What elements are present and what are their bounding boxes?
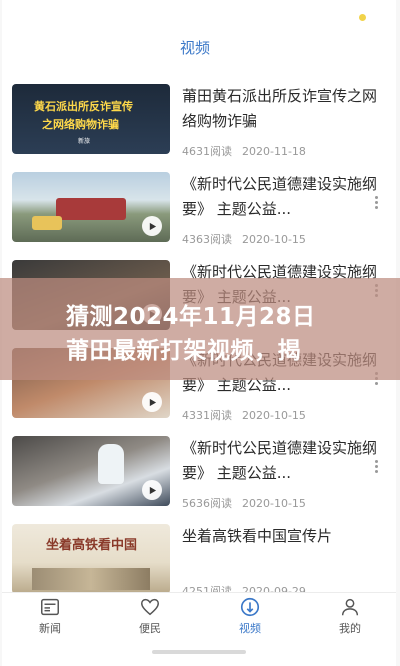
headline-line: 莆田最新打架视频，揭	[66, 338, 301, 364]
play-icon[interactable]	[142, 392, 162, 412]
publish-date: 2020-10-15	[242, 497, 306, 510]
video-item[interactable]: 《新时代公民道德建设实施纲要》 主题公益... 4363阅读 2020-10-15	[2, 160, 396, 246]
video-meta: 4331阅读 2020-10-15	[182, 407, 306, 423]
view-count: 4631阅读	[182, 145, 232, 158]
publish-date: 2020-10-15	[242, 409, 306, 422]
thumbnail-caption: 之网络购物诈骗	[42, 118, 119, 131]
video-thumbnail[interactable]	[12, 172, 170, 242]
video-title[interactable]: 《新时代公民道德建设实施纲要》 主题公益...	[182, 172, 387, 222]
video-meta: 4631阅读 2020-11-18	[182, 143, 306, 159]
video-icon	[240, 597, 260, 617]
view-count: 5636阅读	[182, 497, 232, 510]
video-meta: 5636阅读 2020-10-15	[182, 495, 306, 511]
video-item[interactable]: 黄石派出所反诈宣传 之网络购物诈骗 新旅 莆田黄石派出所反诈宣传之网络购物诈骗 …	[2, 72, 396, 158]
play-icon[interactable]	[142, 216, 162, 236]
thumbnail-caption: 坐着高铁看中国	[46, 538, 138, 553]
headline: 猜测2024年11月28日 莆田最新打架视频，揭	[66, 300, 386, 368]
video-title[interactable]: 莆田黄石派出所反诈宣传之网络购物诈骗	[182, 84, 387, 134]
video-item[interactable]: 《新时代公民道德建设实施纲要》 主题公益... 5636阅读 2020-10-15	[2, 424, 396, 510]
publish-date: 2020-10-15	[242, 233, 306, 246]
video-meta: 4363阅读 2020-10-15	[182, 231, 306, 247]
heart-icon	[141, 598, 159, 616]
tab-video[interactable]: 视频	[220, 596, 280, 636]
thumbnail-tag: 新旅	[78, 138, 91, 145]
video-thumbnail[interactable]: 黄石派出所反诈宣传 之网络购物诈骗 新旅	[12, 84, 170, 154]
play-icon[interactable]	[142, 480, 162, 500]
bottom-tab-bar: 新闻 便民 视频 我的	[2, 592, 396, 641]
tab-profile[interactable]: 我的	[320, 596, 380, 636]
more-icon[interactable]	[375, 196, 378, 210]
newspaper-icon	[41, 598, 59, 616]
video-thumbnail[interactable]: 坐着高铁看中国	[12, 524, 170, 594]
tab-label: 视频	[239, 622, 261, 635]
thumbnail-caption: 黄石派出所反诈宣传	[34, 100, 133, 113]
home-indicator	[152, 650, 246, 654]
tab-label: 便民	[139, 622, 161, 635]
tab-label: 我的	[339, 622, 361, 635]
tab-services[interactable]: 便民	[120, 596, 180, 636]
video-thumbnail[interactable]	[12, 436, 170, 506]
view-count: 4331阅读	[182, 409, 232, 422]
section-title: 视频	[180, 39, 211, 57]
more-icon[interactable]	[375, 460, 378, 474]
user-icon	[341, 598, 359, 616]
tab-label: 新闻	[39, 622, 61, 635]
publish-date: 2020-11-18	[242, 145, 306, 158]
status-strip	[2, 0, 396, 26]
headline-line: 猜测2024年11月28日	[66, 304, 316, 330]
video-item[interactable]: 坐着高铁看中国 坐着高铁看中国宣传片 4251阅读2020-09-29	[2, 512, 396, 598]
view-count: 4363阅读	[182, 233, 232, 246]
tab-news[interactable]: 新闻	[20, 596, 80, 636]
video-title[interactable]: 《新时代公民道德建设实施纲要》 主题公益...	[182, 436, 387, 486]
video-title[interactable]: 坐着高铁看中国宣传片	[182, 524, 387, 549]
notification-dot	[359, 14, 366, 21]
